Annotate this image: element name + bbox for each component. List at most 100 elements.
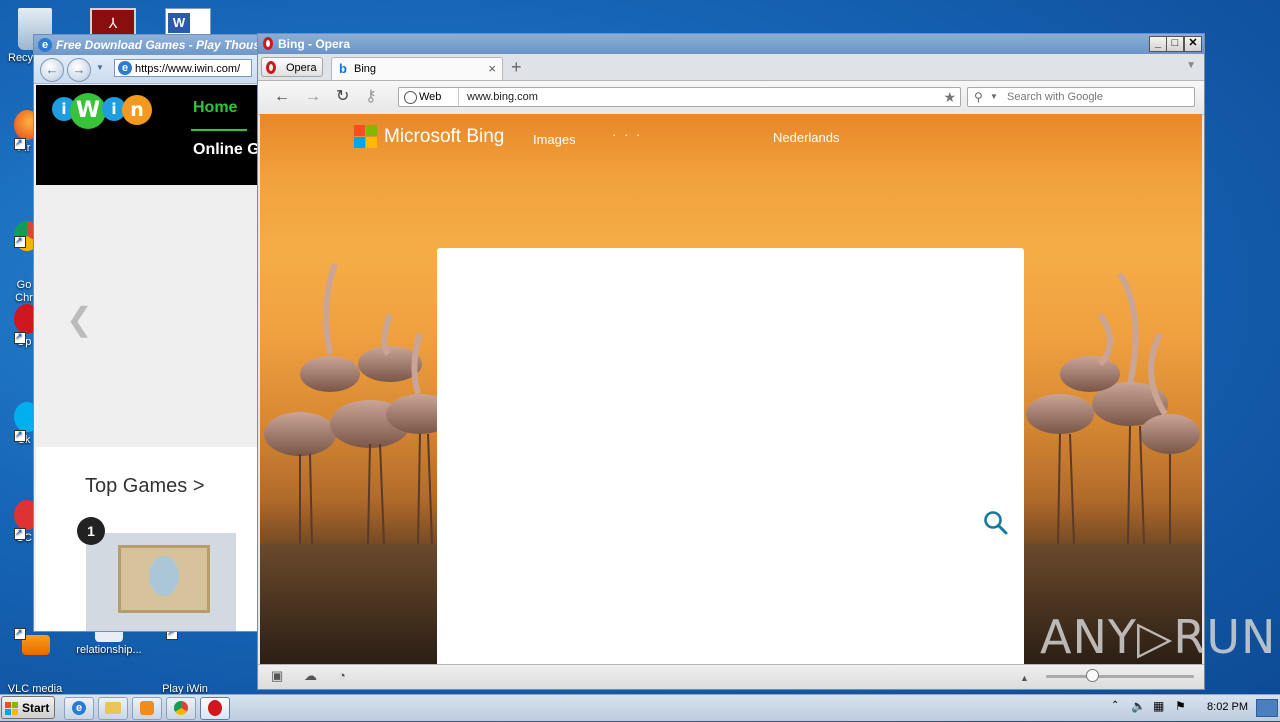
panel-toggle-icon[interactable]: ▣ xyxy=(271,669,283,683)
iwin-logo[interactable]: i W i n xyxy=(52,93,152,131)
bing-favicon-icon: b xyxy=(339,61,347,76)
bing-logo-text: Microsoft Bing xyxy=(384,126,505,147)
action-center-flag-icon[interactable]: ⚑ xyxy=(1175,699,1186,713)
game-art xyxy=(118,545,210,613)
microsoft-logo-icon xyxy=(354,125,378,149)
vlc-icon xyxy=(22,635,50,655)
opera-menu-button[interactable]: Opera xyxy=(261,57,323,77)
bookmark-star-icon[interactable]: ★ xyxy=(943,88,956,106)
clock[interactable]: 8:02 PM xyxy=(1207,701,1248,713)
new-tab-button[interactable]: + xyxy=(511,57,522,77)
pdf-icon: ⅄ xyxy=(108,15,118,31)
opera-logo-icon xyxy=(266,61,276,74)
url-field[interactable]: Web www.bing.com ★ xyxy=(398,87,961,107)
turbo-speed-icon[interactable]: ◔ xyxy=(338,669,346,683)
page-icon: e xyxy=(118,61,132,75)
zoom-slider-thumb[interactable] xyxy=(1086,669,1099,682)
desktop-icon-firefox[interactable]: Fir xyxy=(0,110,40,155)
active-underline xyxy=(191,129,247,131)
search-icon: ⚲ xyxy=(974,90,983,104)
bing-search-panel[interactable] xyxy=(437,248,1024,665)
forward-arrow-icon[interactable]: → xyxy=(305,89,321,105)
taskbar-chrome[interactable] xyxy=(166,697,196,720)
ie-address-text: https://www.iwin.com/ xyxy=(135,63,241,75)
start-button[interactable]: Start xyxy=(1,696,55,719)
opera-tabbar: Opera b Bing × + ▼ xyxy=(258,54,1204,81)
chrome-icon xyxy=(174,701,188,715)
zoom-menu-arrow-icon[interactable]: ▲ xyxy=(1020,671,1029,685)
web-badge[interactable]: Web xyxy=(399,88,459,106)
opera-unite-cloud-icon[interactable]: ☁ xyxy=(304,669,317,683)
shortcut-arrow-icon xyxy=(14,526,26,540)
show-desktop-button[interactable] xyxy=(1256,699,1278,717)
desktop-icon-skype[interactable]: Sk xyxy=(0,402,40,447)
carousel-prev-icon[interactable]: ❮ xyxy=(66,303,93,335)
opera-titlebar[interactable]: Bing - Opera _ □ ✕ xyxy=(258,34,1204,54)
game-rank-badge: 1 xyxy=(77,517,105,545)
maximize-button[interactable]: □ xyxy=(1166,36,1184,52)
bing-nav-images[interactable]: Images xyxy=(533,132,576,147)
url-text: www.bing.com xyxy=(467,91,538,103)
bing-more-menu[interactable]: · · · xyxy=(612,127,642,142)
tab-close-icon[interactable]: × xyxy=(488,58,496,80)
search-icon[interactable] xyxy=(983,510,1009,536)
tray-expand-icon[interactable]: ⌃ xyxy=(1111,700,1119,711)
iwin-carousel: ❮ xyxy=(36,185,258,447)
search-engine-dropdown-icon[interactable]: ▼ xyxy=(990,88,998,106)
opera-window[interactable]: Bing - Opera _ □ ✕ Opera b Bing × + ▼ ← … xyxy=(257,33,1205,690)
search-field[interactable]: ⚲ ▼ Search with Google xyxy=(967,87,1195,107)
taskbar-media-player[interactable] xyxy=(132,697,162,720)
back-button[interactable]: ← xyxy=(40,58,64,82)
key-icon[interactable]: ⚷ xyxy=(365,89,377,105)
desktop-icon-ccleaner[interactable]: CC xyxy=(0,500,40,545)
iwin-logo-n: n xyxy=(122,95,152,125)
ie-titlebar[interactable]: e Free Download Games - Play Thousands xyxy=(34,35,259,55)
network-icon[interactable]: ▦ xyxy=(1153,699,1164,713)
volume-icon[interactable]: 🔈 xyxy=(1131,699,1146,713)
globe-icon xyxy=(404,91,417,104)
close-button[interactable]: ✕ xyxy=(1184,36,1202,52)
game-thumbnail[interactable] xyxy=(86,533,236,631)
opera-statusbar: ▣ ☁ ◔ ▲ xyxy=(258,664,1204,689)
tab-bing[interactable]: b Bing × xyxy=(331,57,503,80)
shortcut-arrow-icon xyxy=(14,330,26,344)
ie-title: Free Download Games - Play Thousands xyxy=(56,38,259,52)
minimize-button[interactable]: _ xyxy=(1149,36,1167,52)
iwin-nav-online-games[interactable]: Online G xyxy=(193,141,259,159)
shortcut-arrow-icon xyxy=(14,136,26,150)
ie-icon: e xyxy=(72,701,86,715)
taskbar-opera[interactable] xyxy=(200,697,230,720)
reload-icon[interactable]: ↻ xyxy=(336,89,349,105)
iwin-logo-w: W xyxy=(70,93,106,129)
top-games-link[interactable]: Top Games > xyxy=(85,475,205,498)
taskbar-internet-explorer[interactable]: e xyxy=(64,697,94,720)
tab-menu-chevron-icon[interactable]: ▼ xyxy=(1186,60,1196,71)
opera-title: Bing - Opera xyxy=(278,37,351,51)
history-dropdown-icon[interactable]: ▼ xyxy=(96,63,104,72)
iwin-header: i W i n Home Online G xyxy=(36,85,259,185)
forward-button[interactable]: → xyxy=(67,58,91,82)
system-tray: ⌃ 🔈 ▦ ⚑ 8:02 PM xyxy=(1105,695,1280,721)
opera-logo-icon xyxy=(263,37,273,50)
bing-language-link[interactable]: Nederlands xyxy=(773,130,840,145)
zoom-slider-track[interactable] xyxy=(1046,675,1194,678)
desktop-icon-opera[interactable]: Op xyxy=(0,304,40,349)
back-arrow-icon[interactable]: ← xyxy=(274,89,290,105)
desktop-icon-chrome[interactable]: Go Chr xyxy=(0,208,40,318)
desktop-icon-label: Go Chr xyxy=(15,279,33,304)
anyrun-watermark: ANY▷RUN xyxy=(1040,610,1277,664)
windows-logo-icon xyxy=(5,702,18,715)
opera-icon xyxy=(208,700,222,716)
tab-label: Bing xyxy=(354,63,377,75)
web-badge-label: Web xyxy=(419,91,442,103)
taskbar-file-explorer[interactable] xyxy=(98,697,128,720)
ie-navbar: ← → ▼ e https://www.iwin.com/ xyxy=(34,55,259,84)
opera-menu-label: Opera xyxy=(286,62,317,74)
ie-address-bar[interactable]: e https://www.iwin.com/ xyxy=(114,59,252,77)
ie-window[interactable]: e Free Download Games - Play Thousands ←… xyxy=(33,34,260,632)
bing-logo[interactable]: Microsoft Bing xyxy=(354,125,510,149)
iwin-nav-home[interactable]: Home xyxy=(193,99,237,117)
shortcut-arrow-icon xyxy=(14,626,26,640)
shortcut-arrow-icon xyxy=(14,428,26,442)
game-art-face xyxy=(149,556,179,596)
